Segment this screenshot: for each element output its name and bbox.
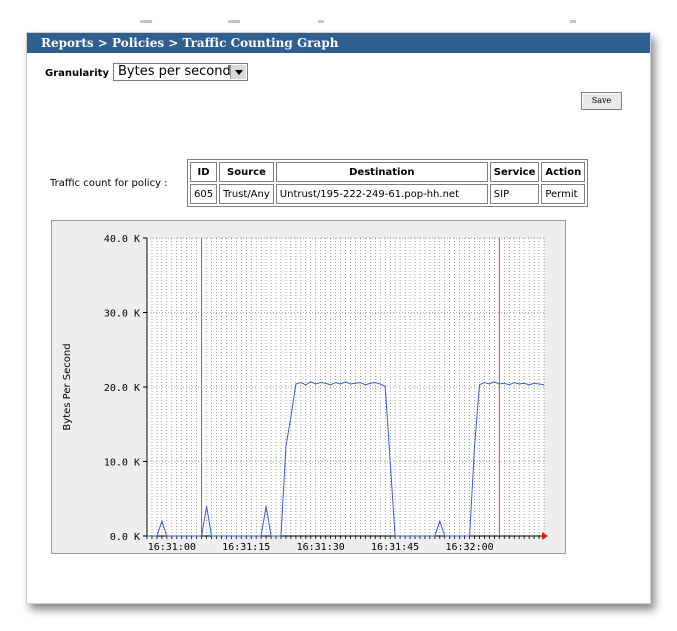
x-tick-label: 16:31:30: [297, 542, 345, 553]
chevron-down-icon: [234, 69, 243, 75]
x-tick-label: 16:31:00: [148, 542, 196, 553]
y-tick-label: 30.0 K: [104, 309, 140, 320]
x-axis-arrow: [542, 532, 548, 540]
cell-source: Trust/Any: [219, 184, 274, 204]
y-tick-label: 0.0 K: [110, 532, 140, 543]
y-tick-label: 40.0 K: [104, 234, 140, 245]
table-row: 605 Trust/Any Untrust/195-222-249-61.pop…: [190, 184, 586, 204]
granularity-select[interactable]: Bytes per second: [113, 63, 248, 81]
report-panel: Reports > Policies > Traffic Counting Gr…: [26, 32, 651, 604]
header-action: Action: [541, 162, 586, 182]
save-button[interactable]: Save: [581, 92, 622, 110]
chart-canvas: 0.0 K 10.0 K 20.0 K 30.0 K 40.0 K 16:31:00 16:…: [62, 234, 548, 553]
x-tick-label: 16:32:00: [445, 542, 493, 553]
cell-service: SIP: [489, 184, 540, 204]
y-tick-label: 10.0 K: [104, 458, 140, 469]
x-tick-label: 16:31:45: [371, 542, 419, 553]
header-id: ID: [190, 162, 218, 182]
granularity-selected-value: Bytes per second: [118, 64, 231, 79]
header-service: Service: [489, 162, 540, 182]
cell-destination: Untrust/195-222-249-61.pop-hh.net: [275, 184, 488, 204]
header-source: Source: [219, 162, 274, 182]
decorative-mark: [570, 20, 576, 23]
traffic-chart: 0.0 K 10.0 K 20.0 K 30.0 K 40.0 K 16:31:00 16:…: [51, 220, 566, 554]
dropdown-button[interactable]: [230, 65, 246, 79]
policy-table-header: ID Source Destination Service Action: [190, 162, 586, 182]
decorative-mark: [140, 20, 152, 23]
cell-id: 605: [190, 184, 218, 204]
y-axis-label: Bytes Per Second: [62, 343, 73, 430]
granularity-label: Granularity: [45, 68, 109, 79]
breadcrumb: Reports > Policies > Traffic Counting Gr…: [27, 33, 650, 53]
policy-table: ID Source Destination Service Action 605…: [187, 159, 589, 207]
decorative-mark: [318, 20, 324, 23]
x-tick-label: 16:31:15: [222, 542, 270, 553]
cell-action: Permit: [541, 184, 586, 204]
traffic-count-label: Traffic count for policy :: [50, 178, 168, 189]
decorative-mark: [228, 20, 240, 23]
top-strip: [0, 0, 677, 32]
header-destination: Destination: [275, 162, 488, 182]
y-tick-label: 20.0 K: [104, 383, 140, 394]
